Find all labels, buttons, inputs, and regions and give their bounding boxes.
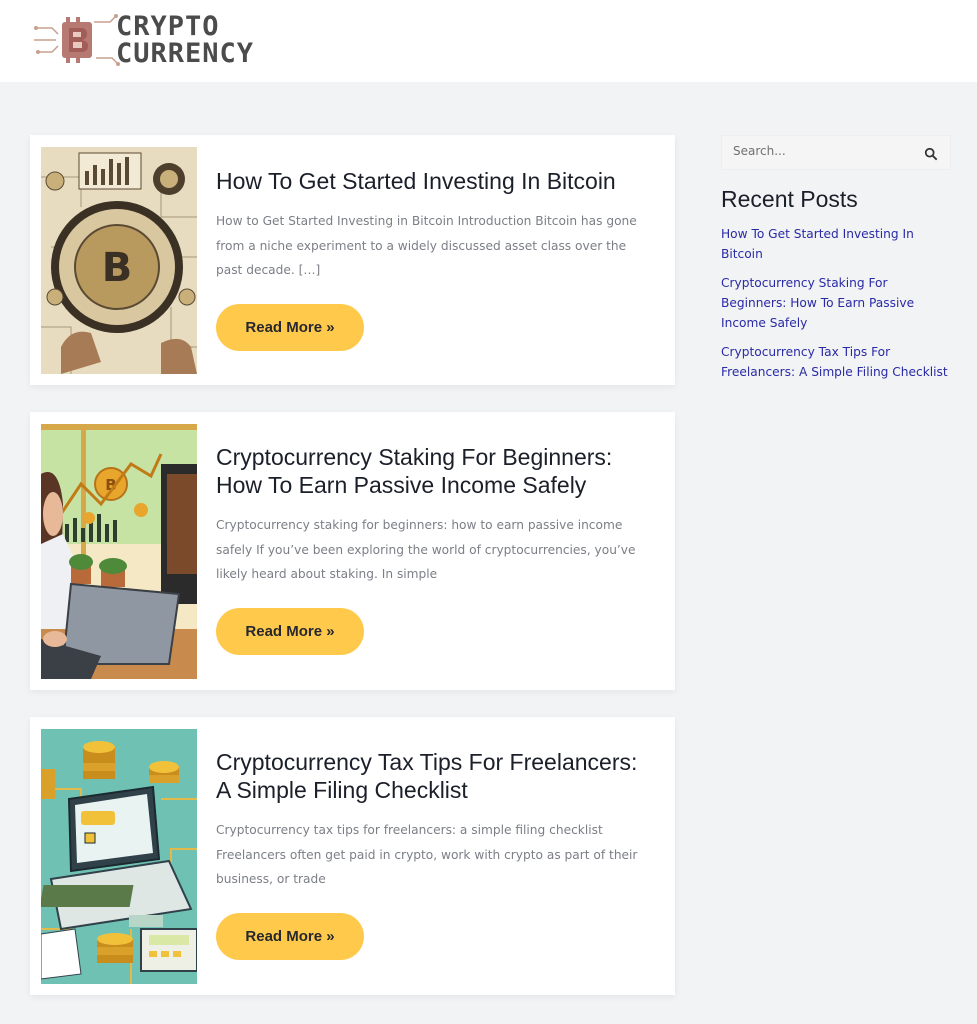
post-excerpt: Cryptocurrency tax tips for freelancers:… xyxy=(216,823,638,886)
recent-posts-title: Recent Posts xyxy=(721,186,858,212)
post-card: B Cryptocurrency Staking For Beginners: … xyxy=(30,412,675,690)
search-input[interactable] xyxy=(733,144,913,158)
recent-post-link[interactable]: Cryptocurrency Tax Tips For Freelancers:… xyxy=(721,342,951,382)
logo-wordmark: CRYPTO CURRENCY xyxy=(116,13,254,67)
post-card: B How To Get Started Investing In Bitcoi… xyxy=(30,135,675,385)
post-thumbnail-staking-illustration[interactable]: B xyxy=(41,424,197,679)
post-card: Cryptocurrency Tax Tips For Freelancers:… xyxy=(30,717,675,995)
read-more-button[interactable]: Read More » xyxy=(216,303,364,351)
site-header: CRYPTO CURRENCY xyxy=(0,0,977,82)
post-excerpt: How to Get Started Investing in Bitcoin … xyxy=(216,214,637,277)
post-thumbnail-bitcoin-magnifier[interactable]: B xyxy=(41,147,197,374)
read-more-button[interactable]: Read More » xyxy=(216,912,364,960)
post-excerpt: Cryptocurrency staking for beginners: ho… xyxy=(216,518,636,581)
recent-post-link[interactable]: How To Get Started Investing In Bitcoin xyxy=(721,224,951,264)
recent-post-link[interactable]: Cryptocurrency Staking For Beginners: Ho… xyxy=(721,273,951,333)
logo-line-1: CRYPTO xyxy=(116,11,220,42)
post-title[interactable]: How To Get Started Investing In Bitcoin xyxy=(216,167,656,195)
svg-text:B: B xyxy=(102,245,133,291)
post-thumbnail-tax-illustration[interactable] xyxy=(41,729,197,984)
post-title[interactable]: Cryptocurrency Tax Tips For Freelancers:… xyxy=(216,748,656,804)
bitcoin-circuit-logo-icon xyxy=(34,8,124,72)
post-title[interactable]: Cryptocurrency Staking For Beginners: Ho… xyxy=(216,443,656,499)
site-logo[interactable]: CRYPTO CURRENCY xyxy=(34,8,304,72)
sidebar: Recent Posts How To Get Started Investin… xyxy=(721,135,951,391)
logo-line-2: CURRENCY xyxy=(116,38,255,69)
read-more-button[interactable]: Read More » xyxy=(216,607,364,655)
recent-posts-list: How To Get Started Investing In Bitcoin … xyxy=(721,224,951,382)
search-icon[interactable] xyxy=(924,146,940,162)
search-box xyxy=(721,135,951,170)
